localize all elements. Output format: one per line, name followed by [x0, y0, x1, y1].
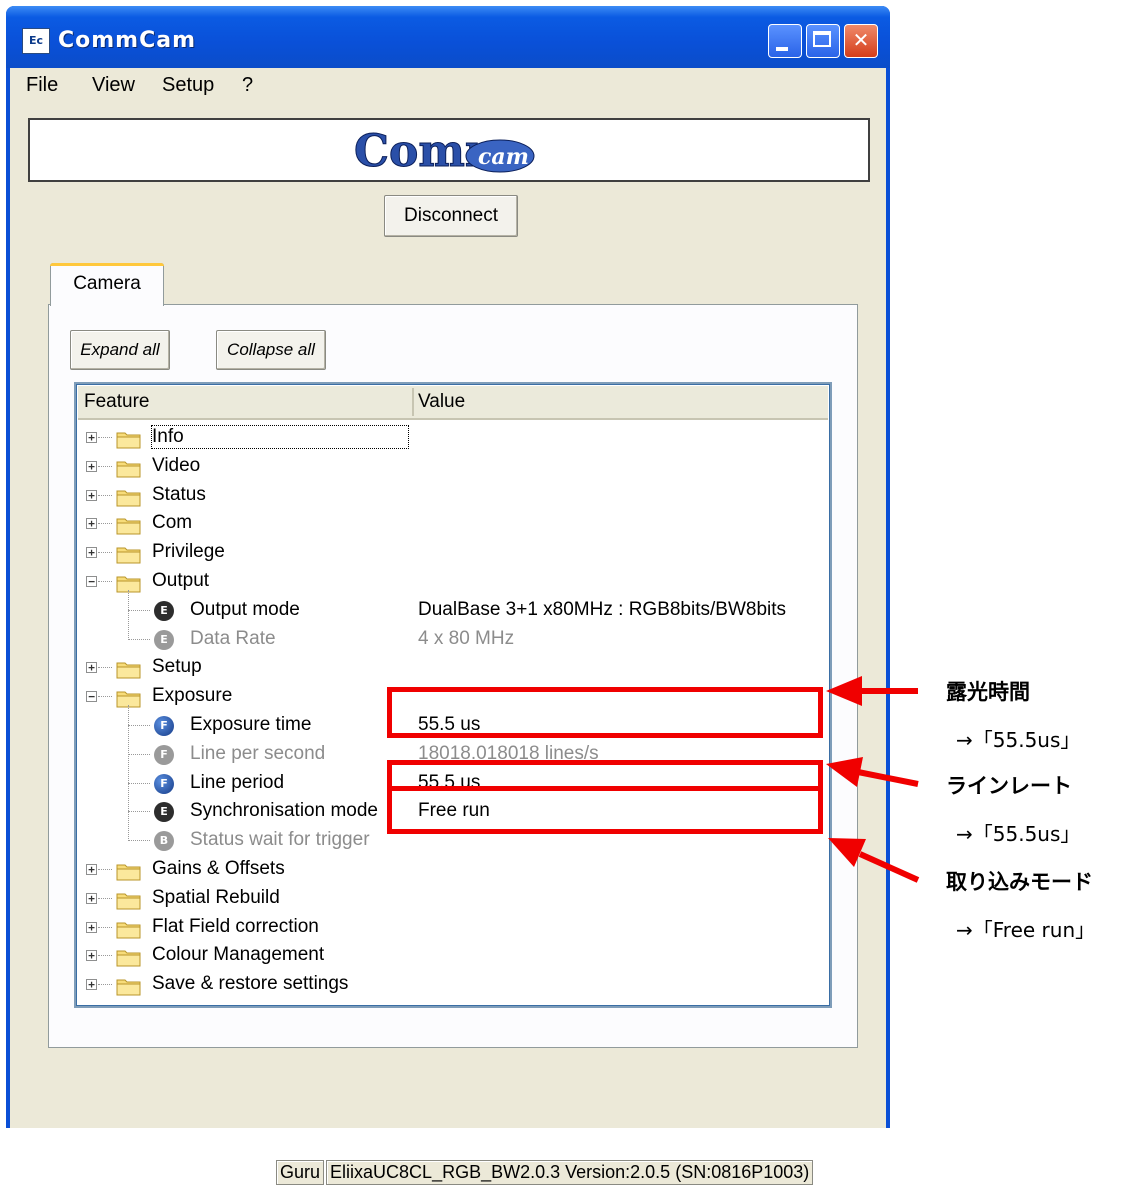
note-mode-title: 取り込みモード — [946, 870, 1093, 894]
note-linerate-title: ラインレート — [946, 774, 1072, 798]
arrow-linerate — [826, 757, 863, 787]
tab-camera[interactable]: Camera — [50, 263, 164, 306]
note-exposure-title: 露光時間 — [946, 680, 1030, 704]
status-camera-version: EliixaUC8CL_RGB_BW2.0.3 Version:2.0.5 (S… — [326, 1160, 814, 1185]
status-user-level: Guru — [276, 1160, 325, 1185]
arrow-exposure — [826, 676, 862, 706]
note-mode-value: →「Free run」 — [956, 918, 1096, 942]
arrow-mode — [828, 838, 866, 867]
status-bar: Guru EliixaUC8CL_RGB_BW2.0.3 Version:2.0.… — [276, 1160, 815, 1185]
note-linerate-value: →「55.5us」 — [956, 822, 1081, 846]
note-exposure-value: →「55.5us」 — [956, 728, 1081, 752]
annotation-arrows — [826, 676, 920, 883]
